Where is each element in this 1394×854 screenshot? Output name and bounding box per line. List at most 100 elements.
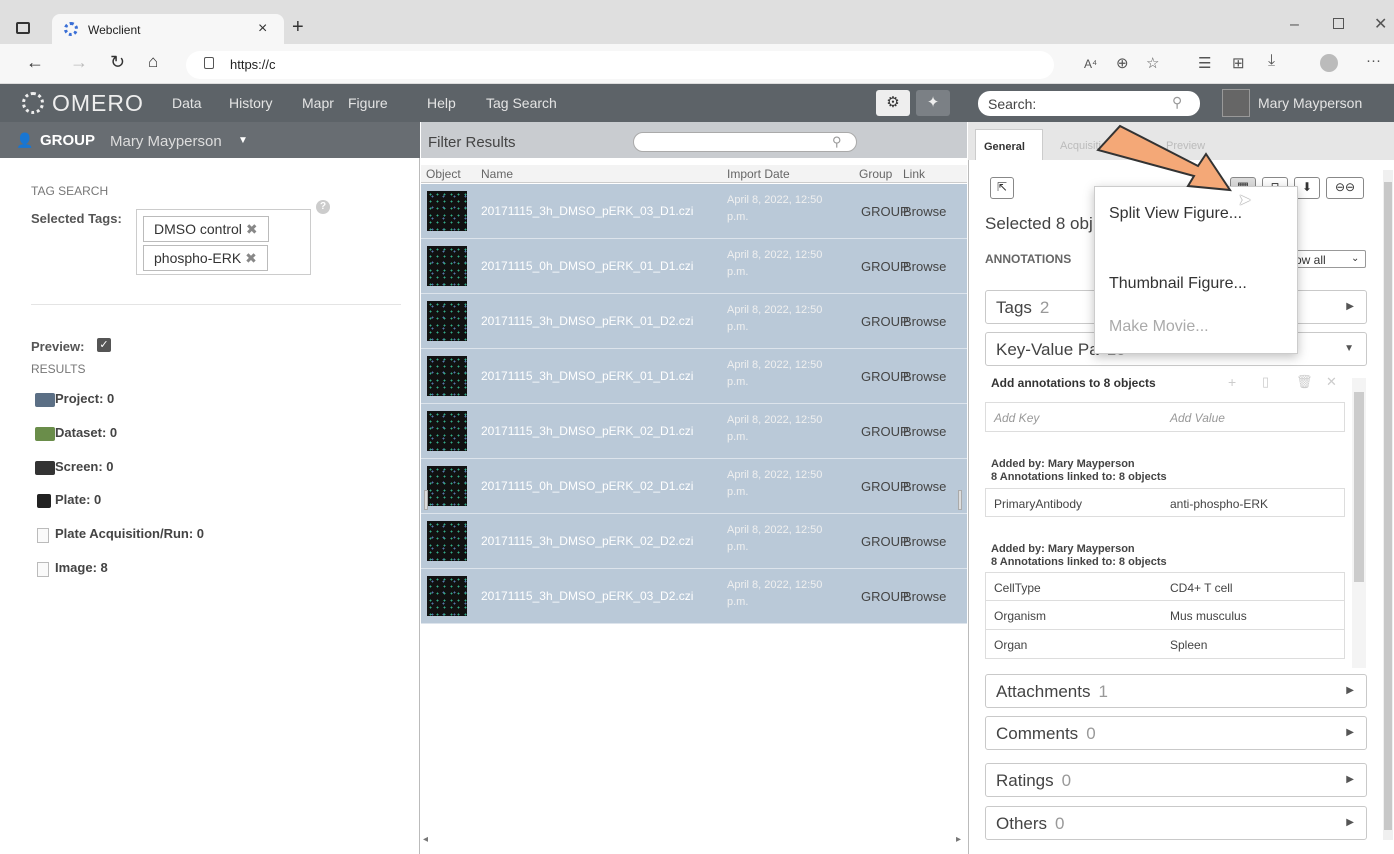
image-thumbnail[interactable]	[427, 356, 467, 396]
close-tab-icon[interactable]: ×	[258, 20, 267, 38]
browse-link[interactable]: Browse	[903, 314, 946, 329]
delete-icon[interactable]: ✕	[1326, 374, 1337, 390]
scrollbar-thumb[interactable]	[1384, 182, 1392, 830]
menu-item-make-movie[interactable]: Make Movie...	[1109, 318, 1209, 336]
result-screen[interactable]: Screen: 0	[55, 459, 114, 474]
nav-data[interactable]: Data	[172, 95, 202, 111]
image-thumbnail[interactable]	[427, 466, 467, 506]
tag-chip[interactable]: DMSO control ✖	[143, 216, 269, 242]
scrollbar-thumb[interactable]	[1354, 392, 1364, 582]
preview-checkbox[interactable]: ✓	[97, 338, 111, 352]
collapse-left-icon[interactable]: ◂	[423, 834, 428, 845]
activities-icon[interactable]: ⚙	[876, 90, 910, 116]
table-row[interactable]: 20171115_3h_DMSO_pERK_01_D2.czi April 8, …	[421, 294, 967, 349]
browse-link[interactable]: Browse	[903, 534, 946, 549]
open-with-icon[interactable]: ⇱	[990, 177, 1014, 199]
link-icon[interactable]: ⊖⊖	[1326, 177, 1364, 199]
more-menu-icon[interactable]: ···	[1366, 52, 1381, 69]
col-link[interactable]: Link	[903, 167, 925, 181]
table-row[interactable]: 20171115_3h_DMSO_pERK_02_D1.czi April 8, …	[421, 404, 967, 459]
result-project[interactable]: Project: 0	[55, 391, 114, 406]
result-plate[interactable]: Plate: 0	[55, 492, 101, 507]
image-thumbnail[interactable]	[427, 301, 467, 341]
add-kv-row[interactable]: Add Key Add Value	[985, 402, 1345, 432]
collections-icon[interactable]: ⊞	[1232, 54, 1245, 72]
image-thumbnail[interactable]	[427, 191, 467, 231]
remove-tag-icon[interactable]: ✖	[245, 250, 257, 266]
tab-general[interactable]: General	[975, 129, 1043, 160]
favorites-list-icon[interactable]: ☰	[1198, 54, 1211, 72]
browse-link[interactable]: Browse	[903, 589, 946, 604]
user-avatar[interactable]	[1222, 89, 1250, 117]
right-resize-handle[interactable]	[958, 490, 962, 510]
nav-figure[interactable]: Figure	[348, 95, 388, 111]
add-row-icon[interactable]: +	[1228, 374, 1236, 390]
add-value-input[interactable]: Add Value	[1170, 411, 1225, 425]
nav-mapr[interactable]: Mapr	[302, 95, 334, 111]
selected-tags-box[interactable]: DMSO control ✖ phospho-ERK ✖	[136, 209, 311, 275]
browse-link[interactable]: Browse	[903, 259, 946, 274]
filter-input[interactable]: ⚲	[633, 132, 857, 152]
image-thumbnail[interactable]	[427, 411, 467, 451]
result-dataset[interactable]: Dataset: 0	[55, 425, 117, 440]
omero-logo-text[interactable]: OMERO	[52, 90, 144, 117]
table-row[interactable]: 20171115_3h_DMSO_pERK_03_D2.czi April 8, …	[421, 569, 967, 624]
kv-row[interactable]: PrimaryAntibody anti-phospho-ERK	[985, 488, 1345, 517]
tab-actions-icon[interactable]	[16, 22, 30, 34]
kv-row[interactable]: Organism Mus musculus	[985, 601, 1345, 630]
table-row[interactable]: 20171115_3h_DMSO_pERK_03_D1.czi April 8, …	[421, 184, 967, 239]
image-thumbnail[interactable]	[427, 576, 467, 616]
table-row[interactable]: 20171115_3h_DMSO_pERK_01_D1.czi April 8, …	[421, 349, 967, 404]
annotations-scrollbar[interactable]	[1352, 378, 1366, 668]
close-window-icon[interactable]: ✕	[1374, 14, 1387, 34]
tag-chip[interactable]: phospho-ERK ✖	[143, 245, 268, 271]
col-name[interactable]: Name	[481, 167, 513, 181]
downloads-icon[interactable]: ⤓	[1268, 52, 1275, 70]
table-row[interactable]: 20171115_3h_DMSO_pERK_02_D2.czi April 8, …	[421, 514, 967, 569]
home-icon[interactable]: ⌂	[148, 52, 158, 72]
browse-link[interactable]: Browse	[903, 204, 946, 219]
image-thumbnail[interactable]	[427, 246, 467, 286]
nav-tag-search[interactable]: Tag Search	[486, 95, 557, 111]
kv-row[interactable]: CellType CD4+ T cell	[985, 572, 1345, 601]
others-accordion[interactable]: Others 0 ▶	[985, 806, 1367, 840]
refresh-icon[interactable]: ↻	[110, 52, 125, 73]
trash-icon[interactable]: 🗑	[1296, 374, 1313, 390]
menu-item-split-view-figure[interactable]: Split View Figure...	[1109, 205, 1242, 223]
zoom-icon[interactable]: ⊕	[1116, 54, 1129, 72]
scripts-icon[interactable]: ✦	[916, 90, 950, 116]
user-name[interactable]: Mary Mayperson	[1258, 95, 1362, 111]
right-panel-scrollbar[interactable]	[1383, 170, 1393, 840]
read-aloud-icon[interactable]: A⁴	[1084, 57, 1097, 71]
browser-tab[interactable]: Webclient ×	[52, 14, 284, 46]
omero-search-input[interactable]: Search: ⚲	[978, 91, 1200, 116]
kv-row[interactable]: Organ Spleen	[985, 630, 1345, 659]
result-plate-acquisition[interactable]: Plate Acquisition/Run: 0	[55, 526, 204, 541]
search-icon[interactable]: ⚲	[1172, 94, 1182, 111]
col-object[interactable]: Object	[426, 167, 461, 181]
browse-link[interactable]: Browse	[903, 369, 946, 384]
image-thumbnail[interactable]	[427, 521, 467, 561]
copy-icon[interactable]: ▯	[1262, 374, 1269, 390]
nav-help[interactable]: Help	[427, 95, 456, 111]
favorite-icon[interactable]: ☆	[1146, 54, 1159, 72]
col-group[interactable]: Group	[859, 167, 892, 181]
group-selector[interactable]: 👤 GROUP Mary Mayperson ▼	[0, 122, 420, 158]
address-bar[interactable]: https://c	[186, 51, 1054, 79]
maximize-icon[interactable]	[1333, 18, 1344, 29]
menu-item-thumbnail-figure[interactable]: Thumbnail Figure...	[1109, 275, 1247, 293]
comments-accordion[interactable]: Comments 0 ▶	[985, 716, 1367, 750]
profile-avatar[interactable]	[1320, 54, 1338, 72]
forward-icon[interactable]: →	[70, 52, 88, 73]
nav-history[interactable]: History	[229, 95, 273, 111]
browse-link[interactable]: Browse	[903, 424, 946, 439]
add-key-input[interactable]: Add Key	[994, 411, 1039, 425]
table-row[interactable]: 20171115_0h_DMSO_pERK_02_D1.czi April 8, …	[421, 459, 967, 514]
table-row[interactable]: 20171115_0h_DMSO_pERK_01_D1.czi April 8, …	[421, 239, 967, 294]
back-icon[interactable]: ←	[26, 52, 44, 73]
attachments-accordion[interactable]: Attachments 1 ▶	[985, 674, 1367, 708]
show-all-select[interactable]: ow all ⌄	[1290, 250, 1366, 268]
minimize-icon[interactable]: –	[1290, 16, 1299, 34]
ratings-accordion[interactable]: Ratings 0 ▶	[985, 763, 1367, 797]
collapse-right-icon[interactable]: ▸	[956, 834, 961, 845]
